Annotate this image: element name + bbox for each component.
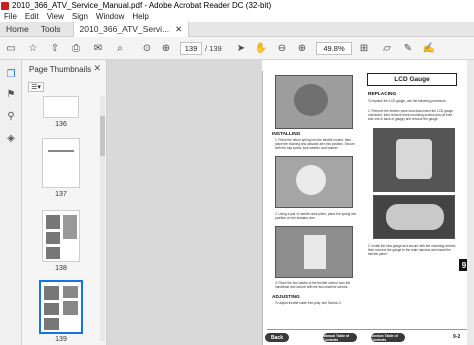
thumbnail-options-icon[interactable]: ☰▾ xyxy=(28,82,44,92)
photo-lcd-gauge-removed xyxy=(373,128,455,192)
thumbnails-panel: Page Thumbnails ✕ ☰▾ 136 137 138 139 xyxy=(22,60,107,345)
search-icon[interactable]: ⌕ xyxy=(114,42,126,55)
save-icon[interactable]: ▭ xyxy=(5,42,17,55)
thumbnail-label-137: 137 xyxy=(55,191,67,198)
installing-step-2: 2. Using a pair of needle-nose pliers, p… xyxy=(275,212,357,220)
left-nav-rail: ❐ ⚑ ⚲ ◈ xyxy=(0,60,22,345)
window-title: 2010_366_ATV_Service_Manual.pdf - Adobe … xyxy=(12,1,272,10)
sign-icon[interactable]: ✍ xyxy=(423,42,435,55)
page-number: 9-2 xyxy=(453,334,461,340)
thumbnails-scroll-thumb[interactable] xyxy=(100,116,105,156)
replacing-heading: REPLACING xyxy=(368,92,397,97)
title-bar: 2010_366_ATV_Service_Manual.pdf - Adobe … xyxy=(0,0,474,11)
print-icon[interactable]: ⎙ xyxy=(70,42,82,55)
zoom-dropdown[interactable]: 49.8% xyxy=(316,42,352,55)
bookmark-star-icon[interactable]: ☆ xyxy=(27,42,39,55)
photo-lcd-gauge-installed xyxy=(373,195,455,239)
thumbnails-scrollbar[interactable] xyxy=(100,96,105,341)
pdf-page: INSTALLING 1. Place the return spring in… xyxy=(262,71,474,345)
installing-heading: INSTALLING xyxy=(272,132,301,137)
document-scrollbar[interactable] xyxy=(467,60,474,345)
tab-close-icon[interactable]: ✕ xyxy=(175,24,182,35)
tab-bar: Home Tools 2010_366_ATV_Servi... ✕ xyxy=(0,21,474,37)
fit-page-icon[interactable]: ⊞ xyxy=(358,42,370,55)
select-cursor-icon[interactable]: ➤ xyxy=(235,42,247,55)
acrobat-app-icon xyxy=(1,1,9,10)
tab-document-label: 2010_366_ATV_Servi... xyxy=(79,24,170,34)
photo-spring-installation xyxy=(275,156,353,208)
thumbnail-page-139-selected[interactable] xyxy=(39,280,83,334)
thumbnail-label-139: 139 xyxy=(55,336,67,343)
section-title: LCD Gauge xyxy=(394,76,430,83)
adjusting-heading: ADJUSTING xyxy=(272,295,300,300)
thumbnail-page-136[interactable] xyxy=(43,96,79,118)
menu-bar: File Edit View Sign Window Help xyxy=(0,11,474,22)
thumbnail-page-137[interactable] xyxy=(42,138,80,188)
thumbnail-label-136: 136 xyxy=(55,121,67,128)
previous-page-icon[interactable]: ⊙ xyxy=(141,42,153,55)
replacing-step-1: 1. Remove the electric panel and disconn… xyxy=(368,109,454,121)
photo-throttle-handlebar xyxy=(275,226,353,278)
installing-step-1: 1. Place the return spring into the thro… xyxy=(275,138,355,150)
bookmarks-icon[interactable]: ⚑ xyxy=(5,88,17,100)
close-panel-icon[interactable]: ✕ xyxy=(93,63,101,74)
email-icon[interactable]: ✉ xyxy=(92,42,104,55)
menu-sign[interactable]: Sign xyxy=(68,12,92,21)
zoom-in-icon[interactable]: ⊕ xyxy=(296,42,308,55)
menu-edit[interactable]: Edit xyxy=(21,12,43,21)
tab-document[interactable]: 2010_366_ATV_Servi... ✕ xyxy=(72,21,190,37)
footer-divider xyxy=(267,329,467,330)
tab-tools[interactable]: Tools xyxy=(35,22,67,37)
replacing-step-2: 2. Install the new gauge and secure with… xyxy=(368,244,456,256)
thumbnail-label-138: 138 xyxy=(55,265,67,272)
manual-toc-button[interactable]: Manual Table of Contents xyxy=(323,333,357,342)
menu-help[interactable]: Help xyxy=(128,12,152,21)
comment-icon[interactable]: ▱ xyxy=(381,42,393,55)
thumbnail-page-138[interactable] xyxy=(42,210,80,262)
page-number-input[interactable]: 139 xyxy=(180,42,202,55)
upload-icon[interactable]: ⇧ xyxy=(49,42,61,55)
document-background xyxy=(107,60,262,345)
section-toc-button[interactable]: Section Table of Contents xyxy=(371,333,405,342)
hand-tool-icon[interactable]: ✋ xyxy=(255,42,267,55)
layers-icon[interactable]: ◈ xyxy=(5,132,17,144)
installing-step-3: 3. Place the two halves of the throttle … xyxy=(275,281,351,289)
page-thumbnails-icon[interactable]: ❐ xyxy=(5,68,17,80)
replacing-intro: To replace the LCD gauge, use the follow… xyxy=(368,99,447,103)
menu-window[interactable]: Window xyxy=(92,12,128,21)
page-total: / 139 xyxy=(205,44,222,53)
zoom-out-icon[interactable]: ⊖ xyxy=(276,42,288,55)
menu-file[interactable]: File xyxy=(0,12,21,21)
highlight-icon[interactable]: ✎ xyxy=(402,42,414,55)
tab-home[interactable]: Home xyxy=(0,22,35,37)
next-page-icon[interactable]: ⊕ xyxy=(160,42,172,55)
toolbar: ▭ ☆ ⇧ ⎙ ✉ ⌕ ⊙ ⊕ 139 / 139 ➤ ✋ ⊖ ⊕ 49.8% … xyxy=(0,37,474,60)
menu-view[interactable]: View xyxy=(43,12,68,21)
photo-throttle-disassembled xyxy=(275,75,353,129)
back-button[interactable]: Back xyxy=(265,333,289,342)
adjusting-text: To adjust throttle cable free-play, see … xyxy=(275,301,342,305)
section-title-box: LCD Gauge xyxy=(367,73,457,86)
attachments-icon[interactable]: ⚲ xyxy=(5,110,17,122)
